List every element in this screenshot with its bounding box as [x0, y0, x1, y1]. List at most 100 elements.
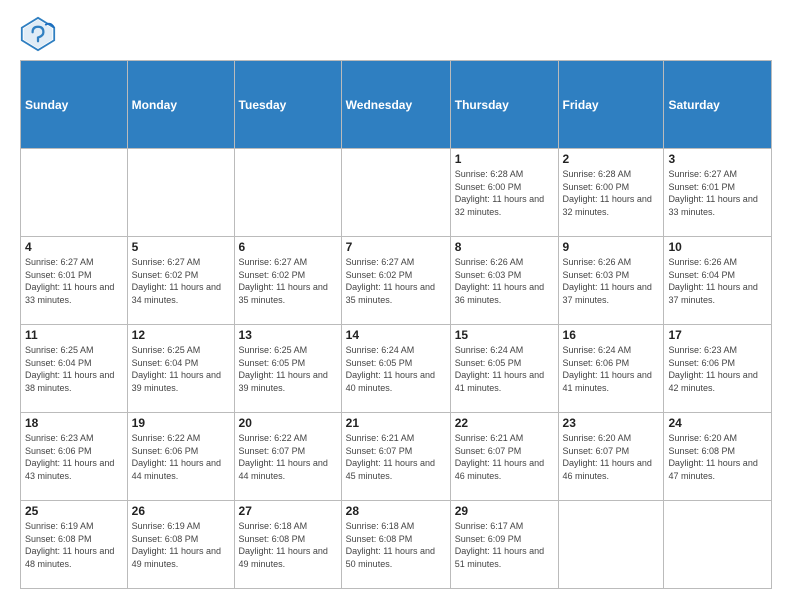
day-info: Sunrise: 6:21 AMSunset: 6:07 PMDaylight:… [455, 432, 554, 482]
calendar-cell: 21 Sunrise: 6:21 AMSunset: 6:07 PMDayligh… [341, 413, 450, 501]
calendar-cell: 14Sunrise: 6:24 AMSunset: 6:05 PMDayligh… [341, 325, 450, 413]
day-info: Sunrise: 6:24 AMSunset: 6:06 PMDaylight:… [563, 344, 660, 394]
day-number: 2 [563, 152, 660, 166]
calendar-cell: 13 Sunrise: 6:25 AMSunset: 6:05 PMDayligh… [234, 325, 341, 413]
calendar-cell [127, 149, 234, 237]
calendar-cell: 23 Sunrise: 6:20 AMSunset: 6:07 PMDayligh… [558, 413, 664, 501]
day-info: Sunrise: 6:25 AMSunset: 6:04 PMDaylight:… [25, 344, 123, 394]
weekday-header: Tuesday [234, 61, 341, 149]
day-info: Sunrise: 6:25 AMSunset: 6:05 PMDaylight:… [239, 344, 337, 394]
calendar-cell: 7 Sunrise: 6:27 AMSunset: 6:02 PMDaylight… [341, 237, 450, 325]
day-info: Sunrise: 6:26 AMSunset: 6:03 PMDaylight:… [563, 256, 660, 306]
day-info: Sunrise: 6:27 AMSunset: 6:02 PMDaylight:… [239, 256, 337, 306]
day-number: 5 [132, 240, 230, 254]
day-number: 25 [25, 504, 123, 518]
day-info: Sunrise: 6:22 AMSunset: 6:06 PMDaylight:… [132, 432, 230, 482]
calendar-cell: 9Sunrise: 6:26 AMSunset: 6:03 PMDaylight… [558, 237, 664, 325]
calendar-cell: 29 Sunrise: 6:17 AMSunset: 6:09 PMDayligh… [450, 501, 558, 589]
weekday-header: Friday [558, 61, 664, 149]
page: SundayMondayTuesdayWednesdayThursdayFrid… [0, 0, 792, 612]
day-info: Sunrise: 6:24 AMSunset: 6:05 PMDaylight:… [346, 344, 446, 394]
day-number: 20 [239, 416, 337, 430]
day-info: Sunrise: 6:23 AMSunset: 6:06 PMDaylight:… [25, 432, 123, 482]
calendar-cell: 28 Sunrise: 6:18 AMSunset: 6:08 PMDayligh… [341, 501, 450, 589]
calendar-cell: 2 Sunrise: 6:28 AMSunset: 6:00 PMDaylight… [558, 149, 664, 237]
day-number: 10 [668, 240, 767, 254]
day-number: 7 [346, 240, 446, 254]
weekday-header: Wednesday [341, 61, 450, 149]
day-info: Sunrise: 6:27 AMSunset: 6:01 PMDaylight:… [668, 168, 767, 218]
calendar-cell: 17 Sunrise: 6:23 AMSunset: 6:06 PMDayligh… [664, 325, 772, 413]
day-number: 27 [239, 504, 337, 518]
day-info: Sunrise: 6:26 AMSunset: 6:04 PMDaylight:… [668, 256, 767, 306]
calendar-week-row: 11 Sunrise: 6:25 AMSunset: 6:04 PMDayligh… [21, 325, 772, 413]
day-info: Sunrise: 6:22 AMSunset: 6:07 PMDaylight:… [239, 432, 337, 482]
calendar-cell: 10 Sunrise: 6:26 AMSunset: 6:04 PMDayligh… [664, 237, 772, 325]
day-info: Sunrise: 6:26 AMSunset: 6:03 PMDaylight:… [455, 256, 554, 306]
weekday-header: Monday [127, 61, 234, 149]
day-number: 23 [563, 416, 660, 430]
calendar-week-row: 4 Sunrise: 6:27 AMSunset: 6:01 PMDaylight… [21, 237, 772, 325]
calendar-cell: 8Sunrise: 6:26 AMSunset: 6:03 PMDaylight… [450, 237, 558, 325]
day-info: Sunrise: 6:27 AMSunset: 6:02 PMDaylight:… [346, 256, 446, 306]
calendar-cell: 25 Sunrise: 6:19 AMSunset: 6:08 PMDayligh… [21, 501, 128, 589]
day-info: Sunrise: 6:18 AMSunset: 6:08 PMDaylight:… [346, 520, 446, 570]
calendar-week-row: 25 Sunrise: 6:19 AMSunset: 6:08 PMDayligh… [21, 501, 772, 589]
day-number: 21 [346, 416, 446, 430]
day-info: Sunrise: 6:19 AMSunset: 6:08 PMDaylight:… [25, 520, 123, 570]
day-number: 15 [455, 328, 554, 342]
calendar-cell: 18 Sunrise: 6:23 AMSunset: 6:06 PMDayligh… [21, 413, 128, 501]
day-number: 4 [25, 240, 123, 254]
calendar-cell: 26 Sunrise: 6:19 AMSunset: 6:08 PMDayligh… [127, 501, 234, 589]
day-info: Sunrise: 6:17 AMSunset: 6:09 PMDaylight:… [455, 520, 554, 570]
day-number: 3 [668, 152, 767, 166]
day-number: 18 [25, 416, 123, 430]
calendar-cell: 20 Sunrise: 6:22 AMSunset: 6:07 PMDayligh… [234, 413, 341, 501]
calendar-cell: 27 Sunrise: 6:18 AMSunset: 6:08 PMDayligh… [234, 501, 341, 589]
calendar-cell: 24 Sunrise: 6:20 AMSunset: 6:08 PMDayligh… [664, 413, 772, 501]
day-number: 13 [239, 328, 337, 342]
weekday-header: Thursday [450, 61, 558, 149]
day-number: 28 [346, 504, 446, 518]
calendar-week-row: 1Sunrise: 6:28 AMSunset: 6:00 PMDaylight… [21, 149, 772, 237]
day-number: 24 [668, 416, 767, 430]
day-number: 29 [455, 504, 554, 518]
calendar-cell: 5Sunrise: 6:27 AMSunset: 6:02 PMDaylight… [127, 237, 234, 325]
day-number: 12 [132, 328, 230, 342]
calendar-cell: 3 Sunrise: 6:27 AMSunset: 6:01 PMDaylight… [664, 149, 772, 237]
day-number: 17 [668, 328, 767, 342]
calendar-table: SundayMondayTuesdayWednesdayThursdayFrid… [20, 60, 772, 589]
logo-icon [20, 16, 56, 52]
calendar-cell: 12 Sunrise: 6:25 AMSunset: 6:04 PMDayligh… [127, 325, 234, 413]
weekday-header: Saturday [664, 61, 772, 149]
day-info: Sunrise: 6:18 AMSunset: 6:08 PMDaylight:… [239, 520, 337, 570]
day-info: Sunrise: 6:28 AMSunset: 6:00 PMDaylight:… [455, 168, 554, 218]
day-info: Sunrise: 6:21 AMSunset: 6:07 PMDaylight:… [346, 432, 446, 482]
calendar-cell [664, 501, 772, 589]
day-number: 6 [239, 240, 337, 254]
weekday-header: Sunday [21, 61, 128, 149]
day-info: Sunrise: 6:24 AMSunset: 6:05 PMDaylight:… [455, 344, 554, 394]
day-info: Sunrise: 6:25 AMSunset: 6:04 PMDaylight:… [132, 344, 230, 394]
day-info: Sunrise: 6:19 AMSunset: 6:08 PMDaylight:… [132, 520, 230, 570]
calendar-header-row: SundayMondayTuesdayWednesdayThursdayFrid… [21, 61, 772, 149]
day-number: 22 [455, 416, 554, 430]
day-number: 16 [563, 328, 660, 342]
day-info: Sunrise: 6:20 AMSunset: 6:07 PMDaylight:… [563, 432, 660, 482]
calendar-cell: 1Sunrise: 6:28 AMSunset: 6:00 PMDaylight… [450, 149, 558, 237]
calendar-cell: 22 Sunrise: 6:21 AMSunset: 6:07 PMDayligh… [450, 413, 558, 501]
day-info: Sunrise: 6:28 AMSunset: 6:00 PMDaylight:… [563, 168, 660, 218]
calendar-cell: 6 Sunrise: 6:27 AMSunset: 6:02 PMDaylight… [234, 237, 341, 325]
day-number: 26 [132, 504, 230, 518]
calendar-cell: 15 Sunrise: 6:24 AMSunset: 6:05 PMDayligh… [450, 325, 558, 413]
day-number: 19 [132, 416, 230, 430]
calendar-cell [558, 501, 664, 589]
logo [20, 16, 60, 52]
day-number: 11 [25, 328, 123, 342]
day-info: Sunrise: 6:27 AMSunset: 6:01 PMDaylight:… [25, 256, 123, 306]
day-info: Sunrise: 6:20 AMSunset: 6:08 PMDaylight:… [668, 432, 767, 482]
day-info: Sunrise: 6:23 AMSunset: 6:06 PMDaylight:… [668, 344, 767, 394]
calendar-cell [234, 149, 341, 237]
calendar-cell: 16 Sunrise: 6:24 AMSunset: 6:06 PMDayligh… [558, 325, 664, 413]
calendar-cell [341, 149, 450, 237]
